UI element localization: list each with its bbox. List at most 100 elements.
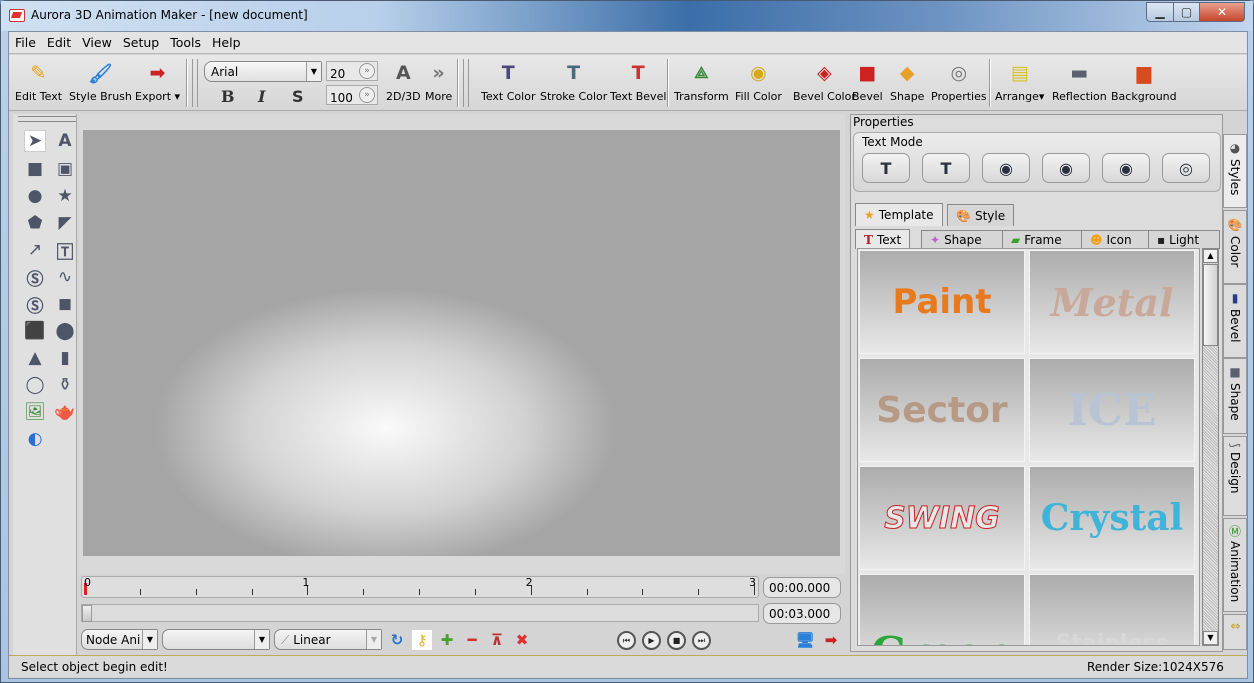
arrow-tool-icon[interactable]: ↗ [24,239,46,261]
minimize-button[interactable]: ▁ [1146,2,1174,22]
menu-tools[interactable]: Tools [170,35,201,50]
stop-icon[interactable]: ■ [667,631,686,650]
symbol-tool-icon[interactable]: Ⓢ [24,266,46,290]
rounded-rect-tool-icon[interactable]: ▣ [54,158,76,180]
text-mode-emboss[interactable]: ◉ [1102,153,1150,183]
cube-tool-icon[interactable]: ◼ [54,293,76,315]
preview-monitor-icon[interactable]: 🖥 [795,630,815,650]
interpolation-select[interactable]: ⟋ Linear ▼ [274,629,382,650]
menu-help[interactable]: Help [212,35,241,50]
side-tab-shape[interactable]: ■ Shape [1223,358,1247,434]
remove-key-icon[interactable]: ━ [462,630,482,650]
italic-button[interactable]: I [258,87,265,106]
bold-button[interactable]: B [221,87,235,106]
box-tool-icon[interactable]: ⬛ [24,320,46,342]
template-ice[interactable]: ICE [1029,358,1195,462]
font-size-input[interactable]: 20» [326,61,378,81]
text-mode-flat[interactable]: T [862,153,910,183]
scroll-thumb[interactable] [1203,264,1218,346]
add-symbol-tool-icon[interactable]: Ⓢ [24,293,46,317]
pentagon-tool-icon[interactable]: ⬟ [24,212,46,234]
torus-tool-icon[interactable]: ◯ [24,374,46,396]
font-family-select[interactable]: Arial ▼ [204,61,322,82]
rectangle-tool-icon[interactable]: ■ [24,158,46,180]
text-mode-round-extrude[interactable]: ◉ [1042,153,1090,183]
edit-text-button[interactable]: ✎ Edit Text [15,61,62,103]
add-image-tool-icon[interactable]: 🖼 [24,401,46,423]
scroll-down-icon[interactable]: ▼ [1203,631,1218,645]
arrange-button[interactable]: ▤ Arrange▾ [995,61,1044,103]
node-icon[interactable]: ⊼ [487,630,507,650]
2d3d-button[interactable]: A 2D/3D [386,61,421,103]
refresh-icon[interactable]: ↻ [387,630,407,650]
side-tab-design[interactable]: ⟆ Design [1223,436,1247,516]
menu-setup[interactable]: Setup [123,35,159,50]
template-stainless-steel[interactable]: Stainless Steel [1029,574,1195,645]
timeline-ruler[interactable]: 0 1 2 3 [81,576,759,598]
subtab-icon[interactable]: ☻ Icon [1081,230,1149,249]
depth-spinner-icon[interactable]: » [359,87,375,103]
add-key-icon[interactable]: ✚ [437,630,457,650]
text-mode-extrude[interactable]: T [922,153,970,183]
side-tab-bevel[interactable]: ▮ Bevel [1223,284,1247,358]
vase-tool-icon[interactable]: ⚱ [54,374,76,396]
anim-target-select[interactable]: ▼ [162,629,270,650]
bevel-color-button[interactable]: ◈ Bevel Color [793,61,856,103]
text-tool-icon[interactable]: A [54,130,76,152]
template-green[interactable]: Green [859,574,1025,645]
palette-grip[interactable] [18,116,76,122]
menu-view[interactable]: View [82,35,112,50]
menu-file[interactable]: File [15,35,36,50]
key-icon[interactable]: ⚷ [412,630,432,650]
effect-tool-icon[interactable]: ◐ [24,428,46,450]
circle-tool-icon[interactable]: ● [24,185,46,207]
properties-button[interactable]: ◎ Properties [931,61,987,103]
subtab-text[interactable]: T Text [855,229,911,249]
cone-tool-icon[interactable]: ▲ [24,347,46,369]
more-button[interactable]: » More [425,61,452,103]
go-end-icon[interactable]: ⏭ [692,631,711,650]
go-start-icon[interactable]: ⏮ [617,631,636,650]
subtab-light[interactable]: ▪ Light [1148,230,1220,249]
template-sector[interactable]: Sector [859,358,1025,462]
template-crystal[interactable]: Crystal [1029,466,1195,570]
maximize-button[interactable]: ▢ [1173,2,1200,22]
timeline-scrubber[interactable] [81,604,759,622]
total-time-field[interactable]: 00:03.000 [763,603,841,624]
render-canvas[interactable] [83,130,840,556]
style-brush-button[interactable]: 🖌 Style Brush [69,61,132,104]
sphere-tool-icon[interactable]: ⬤ [54,320,76,342]
template-paint[interactable]: Paint [859,250,1025,354]
reflection-button[interactable]: ▬ Reflection [1052,61,1107,103]
strike-button[interactable]: S [292,87,304,106]
template-metal[interactable]: Metal [1029,250,1195,354]
quarter-circle-tool-icon[interactable]: ◤ [54,212,76,234]
stroke-color-button[interactable]: T Stroke Color [540,61,607,103]
depth-input[interactable]: 100» [326,85,378,105]
side-tab-color[interactable]: 🎨 Color [1223,210,1247,284]
template-swing[interactable]: SWING [859,466,1025,570]
tab-template[interactable]: ★ Template [855,203,943,226]
text-mode-ring[interactable]: ◎ [1162,153,1210,183]
export-button[interactable]: ➡ Export ▾ [135,61,180,103]
fill-color-button[interactable]: ◉ Fill Color [735,61,782,103]
close-button[interactable]: ✕ [1199,2,1245,22]
subtab-frame[interactable]: ▰ Frame [1002,230,1082,249]
size-spinner-icon[interactable]: » [359,63,375,79]
side-tab-scroll[interactable]: ⇕ [1223,614,1247,650]
shape-button[interactable]: ◆ Shape [890,61,924,103]
background-button[interactable]: ▆ Background [1111,61,1177,103]
tab-style[interactable]: 🎨 Style [947,204,1015,226]
scroll-up-icon[interactable]: ▲ [1203,249,1218,263]
text-color-button[interactable]: T Text Color [481,61,535,103]
side-tab-styles[interactable]: ◕ Styles [1223,134,1247,208]
text-mode-round[interactable]: ◉ [982,153,1030,183]
current-time-field[interactable]: 00:00.000 [763,577,841,598]
add-model-tool-icon[interactable]: 🫖 [54,401,76,423]
text-box-tool-icon[interactable]: 🅃 [54,239,76,263]
scrubber-thumb[interactable] [82,605,92,622]
subtab-shape[interactable]: ✦ Shape [921,230,1003,249]
menu-edit[interactable]: Edit [47,35,71,50]
text-bevel-button[interactable]: T Text Bevel [610,61,666,103]
template-scrollbar[interactable]: ▲ ▼ [1202,248,1219,646]
